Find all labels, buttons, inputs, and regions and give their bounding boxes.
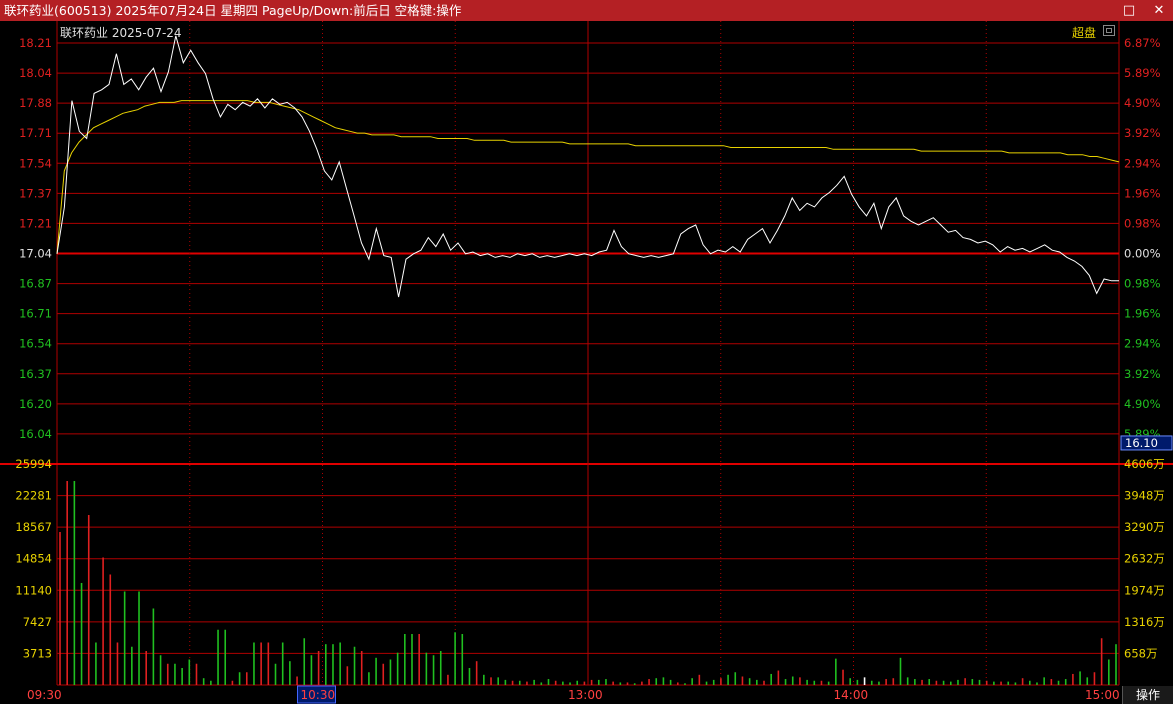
percent-tick-label: 3.92% — [1124, 367, 1161, 381]
volume-amount-tick-label: 4606万 — [1124, 457, 1165, 471]
price-tick-label: 16.87 — [19, 277, 52, 291]
percent-tick-label: 0.98% — [1124, 216, 1161, 230]
volume-amount-tick-label: 1974万 — [1124, 583, 1165, 597]
price-tick-label: 17.71 — [19, 126, 52, 140]
price-tick-label: 18.04 — [19, 66, 52, 80]
price-tick-label: 17.37 — [19, 186, 52, 200]
price-tick-label: 16.20 — [19, 397, 52, 411]
price-tick-label: 16.37 — [19, 367, 52, 381]
volume-tick-label: 14854 — [15, 552, 52, 566]
left-axis: 18.21 18.04 17.88 17.71 17.54 17.37 17.21 17.04… — [15, 36, 52, 660]
percent-tick-label: 5.89% — [1124, 66, 1161, 80]
volume-tick-label: 3713 — [23, 646, 52, 660]
price-tick-label: 16.04 — [19, 427, 52, 441]
window-title: 联环药业(600513) 2025年07月24日 星期四 PageUp/Down… — [4, 3, 462, 18]
percent-tick-label: 0.98% — [1124, 277, 1161, 291]
volume-tick-label: 22281 — [15, 489, 52, 503]
price-tick-label: 16.54 — [19, 337, 52, 351]
window-titlebar: 联环药业(600513) 2025年07月24日 星期四 PageUp/Down… — [0, 0, 1173, 21]
volume-tick-label: 25994 — [15, 457, 52, 471]
percent-tick-label: 4.90% — [1124, 397, 1161, 411]
operate-button[interactable]: 操作 — [1122, 686, 1173, 704]
price-tick-label: 17.88 — [19, 96, 52, 110]
mode-label[interactable]: 超盘 — [1072, 24, 1096, 41]
window-controls: □ ✕ — [1121, 0, 1167, 21]
percent-tick-label: 6.87% — [1124, 36, 1161, 50]
price-tick-label: 17.21 — [19, 216, 52, 230]
percent-tick-label: 4.90% — [1124, 96, 1161, 110]
time-tick-label: 14:00 — [834, 688, 869, 702]
right-axis: 6.87% 5.89% 4.90% 3.92% 2.94% 1.96% 0.98% 0.00%… — [1120, 36, 1173, 660]
price-tick-label: 18.21 — [19, 36, 52, 50]
time-tick-label: 15:00 — [1085, 688, 1120, 702]
volume-tick-label: 18567 — [15, 520, 52, 534]
volume-tick-label: 11140 — [15, 583, 52, 597]
cursor-price-label: 16.10 — [1125, 436, 1158, 450]
time-tick-label: 10:30 — [301, 688, 336, 702]
price-tick-label: 16.71 — [19, 307, 52, 321]
percent-tick-label: 3.92% — [1124, 126, 1161, 140]
percent-tick-label: 1.96% — [1124, 307, 1161, 321]
time-tick-label: 09:30 — [27, 688, 62, 702]
window-restore-icon[interactable] — [1103, 25, 1115, 36]
percent-tick-label: 2.94% — [1124, 337, 1161, 351]
volume-amount-tick-label: 3948万 — [1124, 489, 1165, 503]
volume-amount-tick-label: 2632万 — [1124, 552, 1165, 566]
volume-amount-tick-label: 3290万 — [1124, 520, 1165, 534]
chart-grid — [0, 21, 1173, 686]
volume-tick-label: 7427 — [23, 615, 52, 629]
time-axis: 09:30 10:30 13:00 14:00 15:00 — [27, 685, 1120, 704]
stock-label: 联环药业 2025-07-24 — [60, 26, 182, 40]
intraday-chart[interactable]: 18.21 18.04 17.88 17.71 17.54 17.37 17.21 17.04… — [0, 21, 1173, 704]
close-icon[interactable]: ✕ — [1151, 0, 1167, 21]
price-tick-label: 17.54 — [19, 156, 52, 170]
percent-tick-label: 1.96% — [1124, 186, 1161, 200]
percent-tick-label: 2.94% — [1124, 156, 1161, 170]
volume-amount-tick-label: 658万 — [1124, 646, 1157, 660]
time-tick-label: 13:00 — [568, 688, 603, 702]
percent-tick-label: 0.00% — [1124, 247, 1161, 261]
maximize-icon[interactable]: □ — [1121, 0, 1137, 21]
price-tick-label: 17.04 — [19, 247, 52, 261]
volume-amount-tick-label: 1316万 — [1124, 615, 1165, 629]
